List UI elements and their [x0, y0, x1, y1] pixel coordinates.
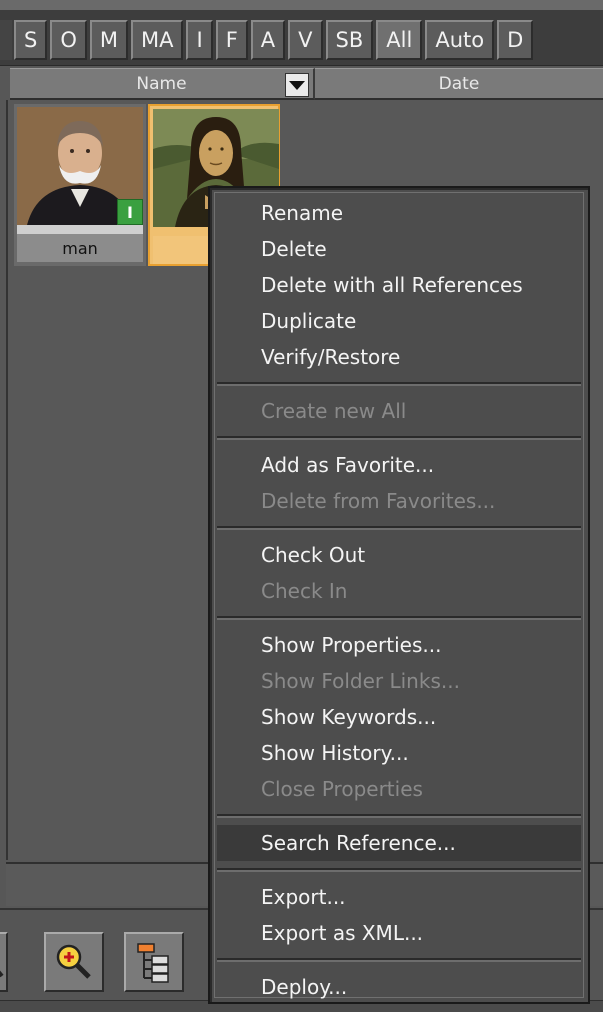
context-menu-body: Rename Delete Delete with all References Du… [214, 192, 584, 999]
menu-item-delete-with-all-references[interactable]: Delete with all References [217, 267, 581, 303]
column-header: Name Date [10, 68, 603, 100]
menu-item-delete[interactable]: Delete [217, 231, 581, 267]
zoom-out-button[interactable] [0, 932, 8, 992]
tab-ma[interactable]: MA [131, 20, 184, 60]
menu-item-add-as-favorite[interactable]: Add as Favorite... [217, 447, 581, 483]
menu-separator [217, 958, 581, 962]
tab-bar-top-edge [0, 0, 603, 10]
menu-item-duplicate[interactable]: Duplicate [217, 303, 581, 339]
tab-d[interactable]: D [497, 20, 534, 60]
filter-tabs: S O M MA I F A V SB All Auto D [14, 20, 536, 60]
tab-i[interactable]: I [186, 20, 213, 60]
menu-separator [217, 868, 581, 872]
menu-separator [217, 526, 581, 530]
portrait-man-image: I [17, 107, 143, 225]
menu-item-close-properties: Close Properties [261, 777, 423, 801]
tab-bar-handle[interactable] [0, 20, 12, 60]
tree-view-button[interactable] [124, 932, 184, 992]
menu-item-check-in: Check In [261, 579, 348, 603]
menu-item-verify-restore[interactable]: Verify/Restore [217, 339, 581, 375]
menu-separator [217, 436, 581, 440]
menu-item-check-out[interactable]: Check Out [217, 537, 581, 573]
info-badge-icon: I [117, 199, 143, 225]
zoom-in-icon [56, 944, 91, 979]
menu-item-search-reference[interactable]: Search Reference... [217, 825, 581, 861]
filter-tab-bar: S O M MA I F A V SB All Auto D [0, 0, 603, 66]
column-name-label: Name [136, 73, 187, 94]
sort-dropdown-icon[interactable] [285, 73, 309, 97]
menu-separator [217, 616, 581, 620]
menu-item-show-folder-links: Show Folder Links... [261, 669, 460, 693]
asset-caption: man [17, 234, 143, 262]
tab-all[interactable]: All [376, 20, 423, 60]
tab-o[interactable]: O [50, 20, 87, 60]
menu-item-show-history[interactable]: Show History... [217, 735, 581, 771]
menu-item-rename[interactable]: Rename [217, 195, 581, 231]
menu-separator [217, 814, 581, 818]
menu-item-create-new-all: Create new All [261, 399, 407, 423]
tab-f[interactable]: F [215, 20, 248, 60]
menu-item-export[interactable]: Export... [217, 879, 581, 915]
column-name-header[interactable]: Name [10, 68, 315, 100]
menu-item-delete-from-favorites: Delete from Favorites... [261, 489, 496, 513]
column-date-label: Date [438, 73, 480, 94]
column-date-header[interactable]: Date [315, 68, 603, 100]
asset-browser-window: SOMMAIFAVSBAllAutoD Name Date [0, 0, 603, 1012]
context-menu: Rename Delete Delete with all References Du… [208, 186, 590, 1004]
zoom-in-button[interactable] [44, 932, 104, 992]
menu-item-show-properties[interactable]: Show Properties... [217, 627, 581, 663]
zoom-out-icon [0, 970, 4, 978]
tab-sb[interactable]: SB [325, 20, 374, 60]
tab-a[interactable]: A [250, 20, 286, 60]
menu-item-show-keywords[interactable]: Show Keywords... [217, 699, 581, 735]
asset-thumbnail-man[interactable]: I man [14, 104, 146, 266]
menu-item-deploy[interactable]: Deploy... [217, 969, 581, 1005]
tree-view-icon [137, 943, 169, 983]
tab-s[interactable]: S [14, 20, 48, 60]
menu-separator [217, 382, 581, 386]
tab-auto[interactable]: Auto [425, 20, 495, 60]
thumbnail-strip [17, 225, 143, 234]
tab-m[interactable]: M [89, 20, 128, 60]
menu-item-export-as-xml[interactable]: Export as XML... [217, 915, 581, 951]
tab-v[interactable]: V [288, 20, 323, 60]
